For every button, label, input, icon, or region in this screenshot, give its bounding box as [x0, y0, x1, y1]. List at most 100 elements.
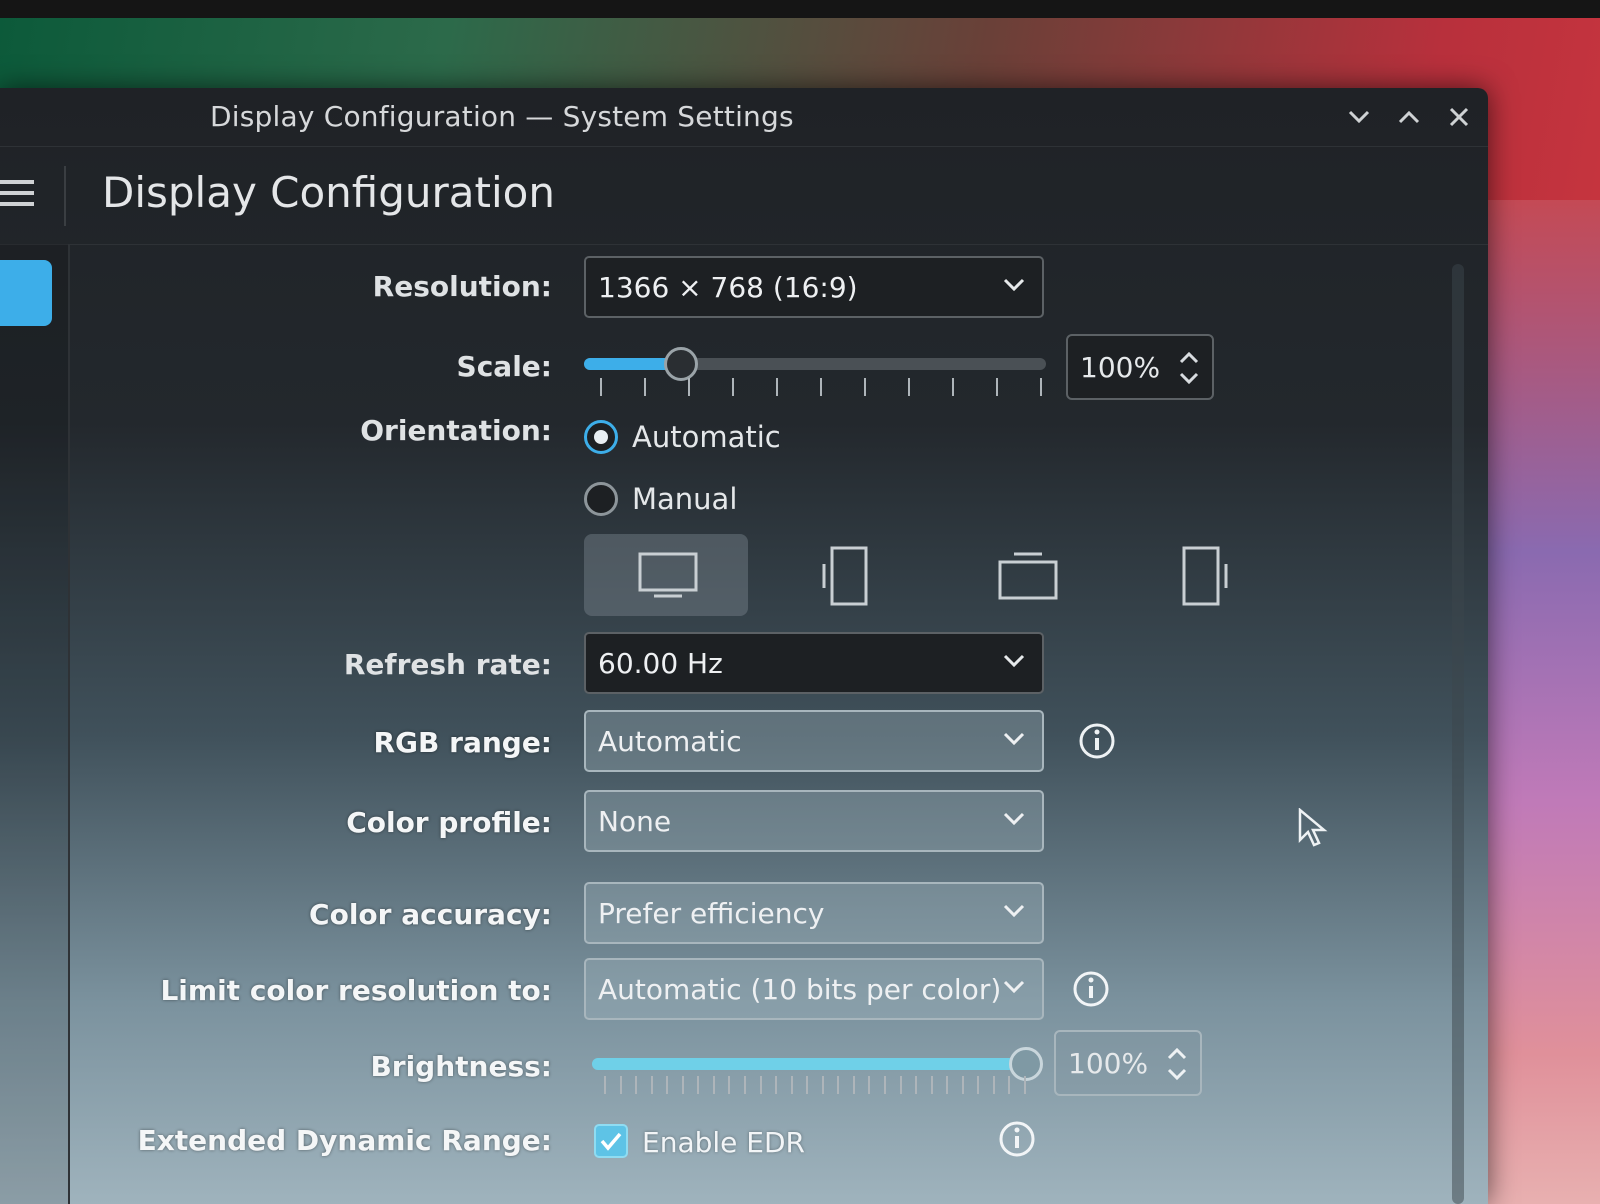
orientation-label: Orientation: — [360, 414, 552, 447]
brightness-spinbox[interactable]: 100% — [1054, 1030, 1202, 1096]
slider-tick — [1008, 1076, 1010, 1094]
color-profile-value: None — [598, 805, 672, 838]
rgb-range-value: Automatic — [598, 725, 742, 758]
slider-tick — [732, 378, 734, 396]
slider-tick — [651, 1076, 653, 1094]
resolution-label: Resolution: — [372, 270, 552, 303]
slider-tick — [1024, 1076, 1026, 1094]
slider-tick — [635, 1076, 637, 1094]
slider-tick — [744, 1076, 746, 1094]
slider-tick — [713, 1076, 715, 1094]
refresh-rate-value: 60.00 Hz — [598, 647, 723, 680]
orientation-portrait-right-button[interactable] — [1124, 534, 1288, 616]
scale-value: 100% — [1080, 351, 1161, 384]
slider-tick — [600, 378, 602, 396]
color-resolution-value: Automatic (10 bits per color) — [598, 973, 1002, 1006]
landscape-flipped-icon — [998, 552, 1058, 600]
portrait-left-icon — [822, 546, 868, 606]
slider-tick — [962, 1076, 964, 1094]
slider-tick — [946, 1076, 948, 1094]
minimize-button[interactable] — [1342, 100, 1376, 134]
rgb-range-label: RGB range: — [373, 726, 553, 759]
enable-edr-label: Enable EDR — [642, 1126, 805, 1159]
orientation-landscape-flipped-button[interactable] — [944, 534, 1108, 616]
refresh-rate-dropdown[interactable]: 60.00 Hz — [584, 632, 1044, 694]
slider-tick — [775, 1076, 777, 1094]
edr-label: Extended Dynamic Range: — [137, 1124, 552, 1157]
color-profile-label: Color profile: — [346, 806, 552, 839]
slider-tick — [837, 1076, 839, 1094]
scrollbar[interactable] — [1452, 264, 1464, 1204]
slider-tick — [915, 1076, 917, 1094]
slider-tick — [952, 378, 954, 396]
scale-label: Scale: — [456, 350, 552, 383]
brightness-ticks — [604, 1076, 1026, 1094]
maximize-button[interactable] — [1392, 100, 1426, 134]
orientation-automatic-radio[interactable] — [584, 420, 618, 454]
slider-tick — [996, 378, 998, 396]
edr-info-icon[interactable] — [998, 1120, 1036, 1158]
slider-tick — [728, 1076, 730, 1094]
slider-tick — [1040, 378, 1042, 396]
header-divider — [64, 166, 66, 226]
hamburger-menu-icon[interactable] — [0, 180, 34, 212]
slider-tick — [644, 378, 646, 396]
slider-tick — [993, 1076, 995, 1094]
color-resolution-dropdown[interactable]: Automatic (10 bits per color) — [584, 958, 1044, 1020]
chevron-down-icon — [1003, 732, 1025, 746]
slider-tick — [806, 1076, 808, 1094]
refresh-rate-label: Refresh rate: — [343, 648, 552, 681]
resolution-value: 1366 × 768 (16:9) — [598, 271, 858, 304]
scale-slider-handle[interactable] — [664, 347, 698, 381]
resolution-dropdown[interactable]: 1366 × 768 (16:9) — [584, 256, 1044, 318]
slider-tick — [791, 1076, 793, 1094]
scale-ticks — [600, 378, 1042, 396]
brightness-label: Brightness: — [370, 1050, 552, 1083]
monitor-bezel — [0, 0, 1600, 18]
mouse-cursor-icon — [1298, 808, 1328, 847]
slider-tick — [776, 378, 778, 396]
close-button[interactable] — [1442, 100, 1476, 134]
orientation-manual-radio[interactable] — [584, 482, 618, 516]
rgb-range-info-icon[interactable] — [1078, 722, 1116, 760]
scale-spinbox[interactable]: 100% — [1066, 334, 1214, 400]
slider-tick — [604, 1076, 606, 1094]
brightness-slider[interactable] — [592, 1058, 1026, 1070]
chevron-down-icon — [1003, 278, 1025, 292]
close-icon — [1449, 107, 1469, 127]
enable-edr-checkbox[interactable] — [594, 1124, 628, 1158]
spin-arrows-icon[interactable] — [1178, 346, 1200, 390]
slider-tick — [620, 1076, 622, 1094]
page-title: Display Configuration — [102, 168, 555, 217]
scale-slider[interactable] — [584, 358, 1046, 370]
brightness-value: 100% — [1068, 1047, 1149, 1080]
slider-tick — [977, 1076, 979, 1094]
orientation-manual-label: Manual — [632, 482, 738, 516]
slider-tick — [908, 378, 910, 396]
slider-tick — [688, 378, 690, 396]
page-header: Display Configuration — [0, 146, 1488, 245]
sidebar — [0, 244, 70, 1204]
color-profile-dropdown[interactable]: None — [584, 790, 1044, 852]
title-bar: Display Configuration — System Settings — [0, 88, 1488, 147]
slider-tick — [868, 1076, 870, 1094]
chevron-down-icon — [1003, 654, 1025, 668]
landscape-icon — [638, 552, 698, 598]
slider-tick — [666, 1076, 668, 1094]
color-accuracy-label: Color accuracy: — [309, 898, 552, 931]
sidebar-selected-item[interactable] — [0, 260, 52, 326]
orientation-automatic-label: Automatic — [632, 420, 781, 454]
orientation-portrait-left-button[interactable] — [762, 534, 926, 616]
chevron-down-icon — [1003, 904, 1025, 918]
color-resolution-info-icon[interactable] — [1072, 970, 1110, 1008]
color-accuracy-dropdown[interactable]: Prefer efficiency — [584, 882, 1044, 944]
slider-tick — [884, 1076, 886, 1094]
slider-tick — [931, 1076, 933, 1094]
chevron-down-icon — [1348, 110, 1370, 124]
chevron-up-icon — [1398, 110, 1420, 124]
color-resolution-label: Limit color resolution to: — [160, 974, 552, 1007]
spin-arrows-icon[interactable] — [1166, 1042, 1188, 1086]
chevron-down-icon — [1003, 980, 1025, 994]
orientation-landscape-button[interactable] — [584, 534, 748, 616]
rgb-range-dropdown[interactable]: Automatic — [584, 710, 1044, 772]
